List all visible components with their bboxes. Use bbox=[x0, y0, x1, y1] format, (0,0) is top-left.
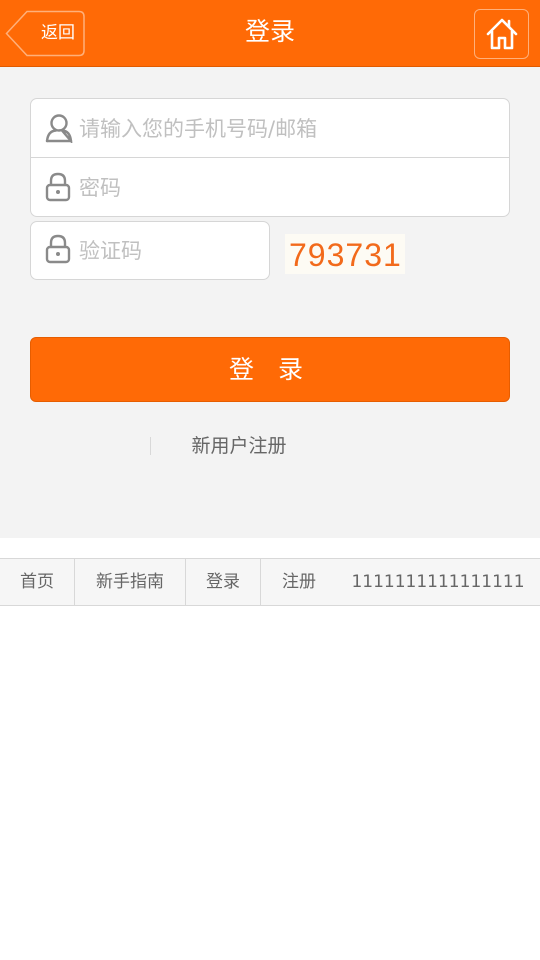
user-icon bbox=[45, 114, 73, 143]
register-link[interactable]: 新用户注册 bbox=[160, 431, 318, 461]
captcha-field bbox=[30, 221, 270, 280]
home-button[interactable] bbox=[474, 9, 529, 59]
link-divider bbox=[150, 437, 151, 455]
account-row bbox=[31, 99, 509, 158]
login-panel: 793731 登 录 新用户注册 bbox=[0, 67, 540, 538]
password-row bbox=[31, 158, 509, 216]
back-button[interactable]: 返回 bbox=[5, 10, 85, 57]
back-button-label: 返回 bbox=[41, 23, 75, 43]
footer-nav-item-5[interactable]: 1111111111111111 bbox=[340, 559, 536, 605]
captcha-image[interactable]: 793731 bbox=[285, 234, 405, 274]
footer-nav: 首页 新手指南 登录 注册 1111111111111111 bbox=[0, 558, 540, 606]
footer-nav-login[interactable]: 登录 bbox=[186, 559, 261, 605]
footer-nav-home[interactable]: 首页 bbox=[0, 559, 75, 605]
home-icon bbox=[486, 18, 518, 50]
page-title: 登录 bbox=[244, 17, 295, 46]
password-input[interactable] bbox=[77, 164, 501, 212]
footer-nav-guide[interactable]: 新手指南 bbox=[75, 559, 186, 605]
lock-icon bbox=[45, 234, 71, 264]
lock-icon bbox=[45, 172, 71, 202]
account-input[interactable] bbox=[77, 105, 501, 153]
credentials-group bbox=[30, 98, 510, 217]
header-bar: 返回 登录 bbox=[0, 0, 540, 67]
login-button[interactable]: 登 录 bbox=[30, 337, 510, 402]
footer-nav-register[interactable]: 注册 bbox=[261, 559, 337, 605]
captcha-input[interactable] bbox=[77, 227, 261, 275]
